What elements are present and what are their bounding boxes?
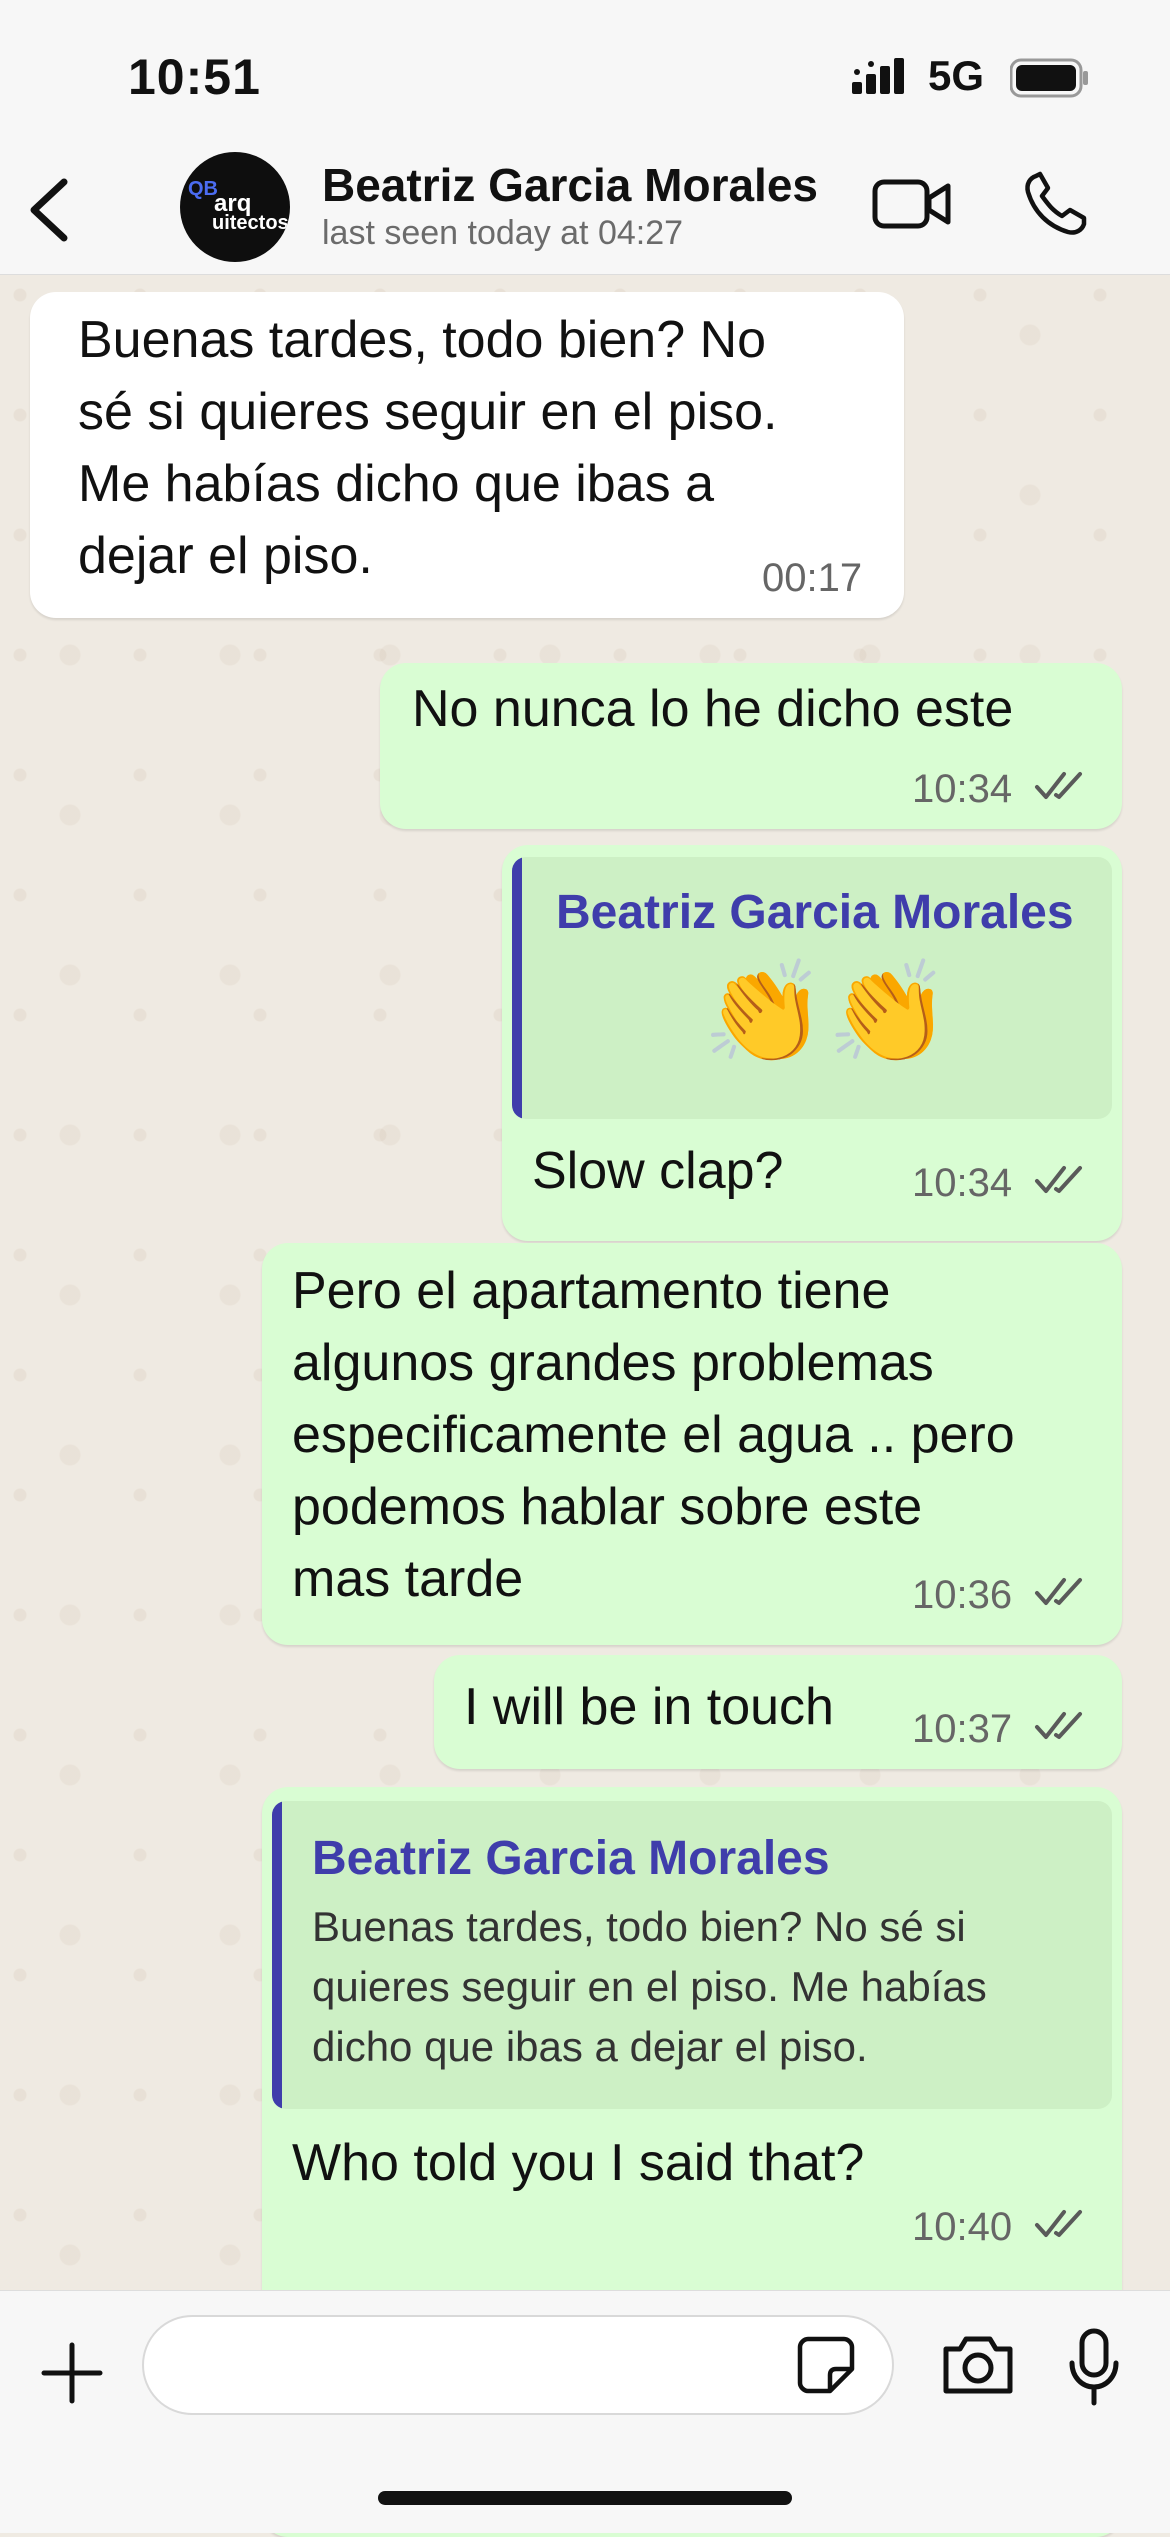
quote-author: Beatriz Garcia Morales [312, 1832, 830, 1885]
read-receipt-icon [1035, 2210, 1082, 2237]
signal-icon [852, 58, 904, 94]
plus-icon[interactable] [36, 2337, 108, 2409]
message-text: algunos grandes problemas [292, 1334, 934, 1392]
last-seen-status: last seen today at 04:27 [322, 214, 684, 252]
message-outgoing[interactable]: No nunca lo he dicho este 10:34 [380, 663, 1122, 829]
read-receipt-icon [1035, 1712, 1082, 1739]
avatar-text-line2: uitectos [212, 212, 289, 234]
microphone-icon[interactable] [1068, 2327, 1120, 2407]
message-incoming[interactable]: Buenas tardes, todo bien? No sé si quier… [30, 292, 904, 618]
message-text: Slow clap? [532, 1142, 784, 1200]
chevron-left-icon[interactable] [20, 170, 80, 250]
video-camera-icon[interactable] [872, 172, 952, 236]
quote-emoji-text: 👏👏 [702, 957, 952, 1069]
status-time: 10:51 [128, 49, 261, 105]
message-text: especificamente el agua .. pero [292, 1406, 1015, 1464]
quote-text: quieres seguir en el piso. Me habías [312, 1963, 987, 2010]
message-text: Who told you I said that? [292, 2134, 865, 2192]
message-text: sé si quieres seguir en el piso. [78, 383, 778, 441]
message-list[interactable]: Buenas tardes, todo bien? No sé si quier… [0, 275, 1170, 2537]
network-type: 5G [928, 52, 985, 99]
composer-bar [0, 2290, 1170, 2533]
message-input[interactable] [142, 2315, 894, 2415]
message-text: I will be in touch [464, 1678, 834, 1736]
quote-text: dicho que ibas a dejar el piso. [312, 2023, 868, 2070]
message-outgoing[interactable]: Pero el apartamento tiene algunos grande… [262, 1243, 1122, 1645]
message-text: Buenas tardes, todo bien? No [78, 311, 767, 369]
camera-icon[interactable] [940, 2331, 1016, 2397]
quote-accent-bar [272, 1801, 282, 2109]
chat-header: QB arq uitectos Beatriz Garcia Morales l… [0, 140, 1170, 275]
message-time: 10:37 [912, 1707, 1013, 1751]
message-text: No nunca lo he dicho este [412, 680, 1014, 738]
message-text: Pero el apartamento tiene [292, 1262, 891, 1320]
message-text: mas tarde [292, 1550, 524, 1608]
phone-icon[interactable] [1022, 170, 1090, 238]
quote-text: Buenas tardes, todo bien? No sé si [312, 1903, 966, 1950]
message-time: 10:36 [912, 1573, 1013, 1617]
quoted-message[interactable]: Beatriz Garcia Morales Buenas tardes, to… [272, 1801, 1112, 2109]
contact-name[interactable]: Beatriz Garcia Morales [322, 158, 818, 212]
message-outgoing-reply[interactable]: Beatriz Garcia Morales 👏👏 Slow clap? 10:… [502, 845, 1122, 1241]
avatar[interactable]: QB arq uitectos [180, 152, 290, 262]
read-receipt-icon [1035, 772, 1082, 799]
message-time: 10:34 [912, 1161, 1013, 1205]
quote-author: Beatriz Garcia Morales [556, 886, 1074, 939]
sticker-icon[interactable] [796, 2335, 856, 2395]
quote-accent-bar [512, 857, 522, 1119]
read-receipt-icon [1035, 1166, 1082, 1193]
message-time: 00:17 [762, 556, 863, 600]
message-text: podemos hablar sobre este [292, 1478, 923, 1536]
message-outgoing[interactable]: I will be in touch 10:37 [434, 1655, 1122, 1769]
message-time: 10:40 [912, 2205, 1013, 2249]
status-bar: 10:51 5G [0, 0, 1170, 140]
quoted-message[interactable]: Beatriz Garcia Morales 👏👏 [512, 857, 1112, 1119]
message-text: dejar el piso. [78, 527, 373, 585]
read-receipt-icon [1035, 1578, 1082, 1605]
battery-icon [1010, 58, 1088, 98]
home-indicator[interactable] [378, 2491, 792, 2505]
message-time: 10:34 [912, 767, 1013, 811]
message-text: Me habías dicho que ibas a [78, 455, 714, 513]
